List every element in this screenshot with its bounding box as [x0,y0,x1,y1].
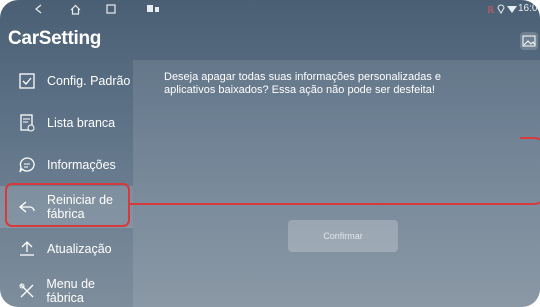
tools-icon [17,281,36,301]
sidebar-item-label: Informações [47,158,116,172]
sidebar-item-atualizacao[interactable]: Atualização [0,228,133,270]
document-settings-icon [17,113,37,133]
gallery-icon[interactable] [520,32,538,50]
sidebar-item-label: Atualização [47,242,112,256]
device-screen: ℝ 16:0 CarSetting Config. Padrão Lista b… [0,0,540,307]
reset-warning-message: Deseja apagar todas suas informações per… [164,71,441,96]
sidebar-item-label: Lista branca [47,116,116,130]
sidebar-item-config-padrao[interactable]: Config. Padrão [0,60,133,102]
sidebar-item-informacoes[interactable]: Informações [0,144,133,186]
upload-icon [17,239,37,259]
back-icon[interactable] [34,4,44,17]
app-title: CarSetting [8,28,102,49]
sidebar-item-menu-de-fabrica[interactable]: Menu de fábrica [0,270,133,307]
clock-text: 16:0 [518,3,538,14]
content-panel [133,60,540,307]
checkbox-icon [17,71,37,91]
sidebar-item-label: Config. Padrão [47,74,131,88]
chat-bubble-icon [17,155,37,175]
confirm-button[interactable]: Confirmar [288,220,398,252]
sidebar-item-lista-branca[interactable]: Lista branca [0,102,133,144]
wifi-icon [507,4,517,17]
location-icon [497,4,505,17]
sidebar-item-label: Menu de fábrica [46,277,95,305]
app-header: CarSetting [8,28,101,50]
recents-icon[interactable] [106,4,116,17]
bluetooth-icon: ℝ [487,4,497,17]
notification-icon [147,4,161,17]
highlight-curve [520,137,540,205]
highlight-box [5,183,130,227]
status-bar: ℝ 16:0 [0,0,540,22]
svg-text:ℝ: ℝ [487,6,495,14]
home-icon[interactable] [70,4,81,18]
highlight-connector [130,203,528,205]
